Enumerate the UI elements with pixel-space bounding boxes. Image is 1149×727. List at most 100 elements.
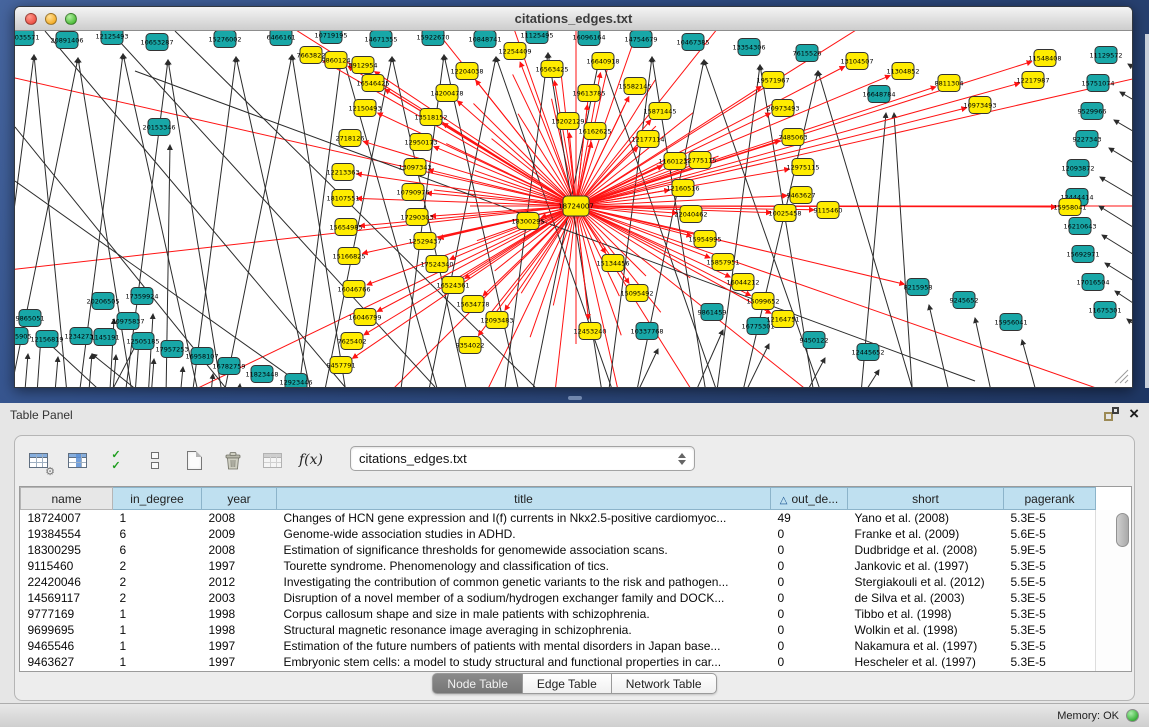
table-row[interactable]: 1456911722003Disruption of a novel membe… bbox=[21, 590, 1096, 606]
table-cell[interactable]: 14569117 bbox=[21, 590, 113, 606]
table-cell[interactable]: 0 bbox=[771, 590, 848, 606]
table-cell[interactable]: 2 bbox=[113, 590, 202, 606]
table-cell[interactable]: Structural magnetic resonance image aver… bbox=[277, 622, 771, 638]
table-cell[interactable]: 22420046 bbox=[21, 574, 113, 590]
table-cell[interactable]: 9465546 bbox=[21, 638, 113, 654]
table-cell[interactable]: Genome-wide association studies in ADHD. bbox=[277, 526, 771, 542]
tab-node-table[interactable]: Node Table bbox=[432, 673, 523, 694]
table-cell[interactable]: 5.3E-5 bbox=[1004, 606, 1096, 622]
table-cell[interactable]: 6 bbox=[113, 542, 202, 558]
network-table-selector[interactable]: citations_edges.txt bbox=[350, 446, 695, 471]
close-window-button[interactable] bbox=[25, 13, 37, 25]
table-cell[interactable]: 49 bbox=[771, 510, 848, 526]
table-cell[interactable]: 0 bbox=[771, 654, 848, 670]
table-cell[interactable]: 0 bbox=[771, 638, 848, 654]
table-cell[interactable]: 1 bbox=[113, 606, 202, 622]
network-canvas[interactable]: 1403557120891406121254931065328715276002… bbox=[15, 31, 1132, 387]
table-cell[interactable]: 2 bbox=[113, 574, 202, 590]
table-cell[interactable]: 9463627 bbox=[21, 654, 113, 670]
table-cell[interactable]: 5.3E-5 bbox=[1004, 558, 1096, 574]
column-header-out_de[interactable]: △out_de... bbox=[771, 488, 848, 510]
table-cell[interactable]: 5.3E-5 bbox=[1004, 654, 1096, 670]
table-cell[interactable]: 1997 bbox=[202, 558, 277, 574]
table-cell[interactable]: 18724007 bbox=[21, 510, 113, 526]
column-header-name[interactable]: name bbox=[21, 488, 113, 510]
table-cell[interactable]: 2009 bbox=[202, 526, 277, 542]
table-cell[interactable]: 9115460 bbox=[21, 558, 113, 574]
table-row[interactable]: 977716911998Corpus callosum shape and si… bbox=[21, 606, 1096, 622]
table-cell[interactable]: 9777169 bbox=[21, 606, 113, 622]
table-cell[interactable]: 0 bbox=[771, 606, 848, 622]
set-values-check-icon[interactable]: ✓✓ bbox=[103, 447, 129, 473]
table-cell[interactable]: 5.3E-5 bbox=[1004, 638, 1096, 654]
minimize-window-button[interactable] bbox=[45, 13, 57, 25]
table-cell[interactable]: Changes of HCN gene expression and I(f) … bbox=[277, 510, 771, 526]
table-cell[interactable]: 0 bbox=[771, 622, 848, 638]
table-cell[interactable]: Embryonic stem cells: a model to study s… bbox=[277, 654, 771, 670]
row-boxes-icon[interactable] bbox=[142, 447, 168, 473]
table-cell[interactable]: 18300295 bbox=[21, 542, 113, 558]
table-cell[interactable]: 1997 bbox=[202, 654, 277, 670]
scrollbar-thumb[interactable] bbox=[1116, 513, 1129, 547]
table-cell[interactable]: 2008 bbox=[202, 510, 277, 526]
table-cell[interactable]: Tourette syndrome. Phenomenology and cla… bbox=[277, 558, 771, 574]
column-header-short[interactable]: short bbox=[848, 488, 1004, 510]
table-cell[interactable]: 2 bbox=[113, 558, 202, 574]
table-cell[interactable]: Corpus callosum shape and size in male p… bbox=[277, 606, 771, 622]
panel-splitter[interactable] bbox=[568, 396, 582, 400]
table-cell[interactable]: 5.9E-5 bbox=[1004, 542, 1096, 558]
network-window[interactable]: citations_edges.txt 14035571208914061212… bbox=[14, 6, 1133, 388]
new-document-icon[interactable] bbox=[181, 447, 207, 473]
table-cell[interactable]: 0 bbox=[771, 542, 848, 558]
table-cell[interactable]: Yano et al. (2008) bbox=[848, 510, 1004, 526]
table-cell[interactable]: Hescheler et al. (1997) bbox=[848, 654, 1004, 670]
table-cell[interactable]: 1 bbox=[113, 638, 202, 654]
table-cell[interactable]: Jankovic et al. (1997) bbox=[848, 558, 1004, 574]
table-cell[interactable]: Investigating the contribution of common… bbox=[277, 574, 771, 590]
table-cell[interactable]: 5.6E-5 bbox=[1004, 526, 1096, 542]
table-row[interactable]: 946554611997Estimation of the future num… bbox=[21, 638, 1096, 654]
table-row[interactable]: 946362711997Embryonic stem cells: a mode… bbox=[21, 654, 1096, 670]
table-cell[interactable]: 5.3E-5 bbox=[1004, 590, 1096, 606]
table-cell[interactable]: Estimation of significance thresholds fo… bbox=[277, 542, 771, 558]
delete-trash-icon[interactable] bbox=[220, 447, 246, 473]
table-cell[interactable]: 9699695 bbox=[21, 622, 113, 638]
select-column-icon[interactable] bbox=[64, 447, 90, 473]
table-cell[interactable]: 0 bbox=[771, 558, 848, 574]
tab-network-table[interactable]: Network Table bbox=[612, 673, 717, 694]
table-cell[interactable]: Wolkin et al. (1998) bbox=[848, 622, 1004, 638]
table-cell[interactable]: 0 bbox=[771, 526, 848, 542]
function-builder-icon[interactable]: f(x) bbox=[298, 447, 324, 473]
table-cell[interactable]: 5.3E-5 bbox=[1004, 622, 1096, 638]
table-cell[interactable]: 1 bbox=[113, 654, 202, 670]
table-cell[interactable]: Tibbo et al. (1998) bbox=[848, 606, 1004, 622]
column-header-title[interactable]: title bbox=[277, 488, 771, 510]
column-header-in_degree[interactable]: in_degree bbox=[113, 488, 202, 510]
table-cell[interactable]: 1998 bbox=[202, 606, 277, 622]
network-window-titlebar[interactable]: citations_edges.txt bbox=[15, 7, 1132, 31]
table-cell[interactable]: 2012 bbox=[202, 574, 277, 590]
table-row[interactable]: 2242004622012Investigating the contribut… bbox=[21, 574, 1096, 590]
table-cell[interactable]: Disruption of a novel member of a sodium… bbox=[277, 590, 771, 606]
table-cell[interactable]: 1997 bbox=[202, 638, 277, 654]
table-cell[interactable]: 1 bbox=[113, 510, 202, 526]
float-panel-icon[interactable] bbox=[1104, 407, 1119, 421]
vertical-scrollbar[interactable] bbox=[1095, 510, 1131, 671]
table-row[interactable]: 969969511998Structural magnetic resonanc… bbox=[21, 622, 1096, 638]
table-cell[interactable]: 0 bbox=[771, 574, 848, 590]
zoom-window-button[interactable] bbox=[65, 13, 77, 25]
table-row[interactable]: 911546021997Tourette syndrome. Phenomeno… bbox=[21, 558, 1096, 574]
resize-grip[interactable] bbox=[1115, 370, 1128, 383]
table-cell[interactable]: Nakamura et al. (1997) bbox=[848, 638, 1004, 654]
table-cell[interactable]: 19384554 bbox=[21, 526, 113, 542]
table-cell[interactable]: Stergiakouli et al. (2012) bbox=[848, 574, 1004, 590]
table-row[interactable]: 1830029562008Estimation of significance … bbox=[21, 542, 1096, 558]
table-row[interactable]: 1872400712008Changes of HCN gene express… bbox=[21, 510, 1096, 526]
column-header-pagerank[interactable]: pagerank bbox=[1004, 488, 1096, 510]
table-cell[interactable]: Dudbridge et al. (2008) bbox=[848, 542, 1004, 558]
table-cell[interactable]: 2008 bbox=[202, 542, 277, 558]
table-cell[interactable]: Estimation of the future numbers of pati… bbox=[277, 638, 771, 654]
table-cell[interactable]: 2003 bbox=[202, 590, 277, 606]
table-cell[interactable]: 6 bbox=[113, 526, 202, 542]
table-cell[interactable]: 5.3E-5 bbox=[1004, 510, 1096, 526]
